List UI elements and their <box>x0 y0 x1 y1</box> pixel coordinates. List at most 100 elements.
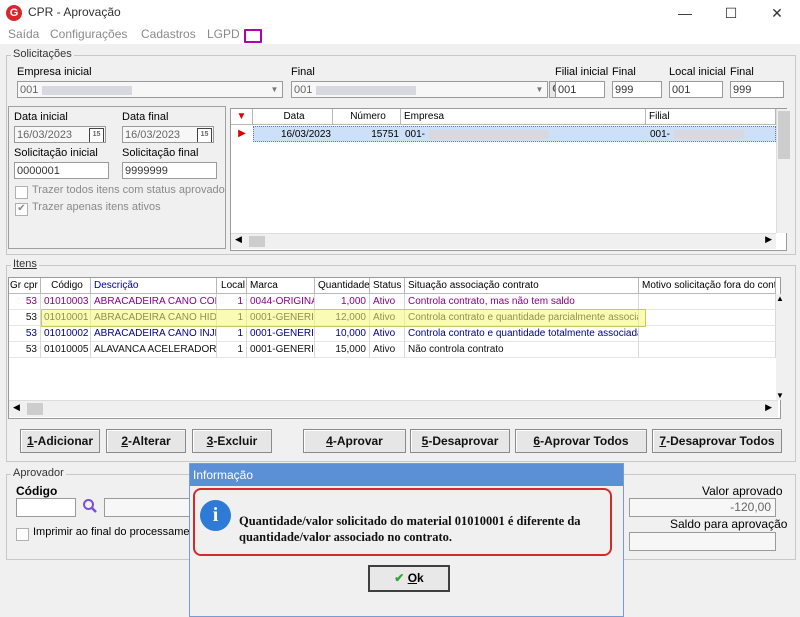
cell-quantidade: 15,000 <box>315 342 370 358</box>
cell-motivo <box>639 326 776 342</box>
saldo-field <box>629 532 776 551</box>
col-descricao[interactable]: Descrição <box>91 278 217 294</box>
imprimir-label: Imprimir ao final do processament <box>33 526 199 538</box>
calendar-icon[interactable]: 15 <box>89 128 104 142</box>
desaprovar-button[interactable]: 5-Desaprovar <box>410 429 510 453</box>
monitor-icon[interactable] <box>244 29 262 43</box>
codigo-label: Código <box>16 484 58 498</box>
menu-configuracoes[interactable]: Configurações <box>50 27 127 41</box>
data-inicial-input[interactable]: 16/03/2023 15 <box>14 126 106 143</box>
cell-status: Ativo <box>370 342 405 358</box>
app-logo-icon: G <box>6 5 22 21</box>
local-inicial-label: Local inicial <box>669 66 726 78</box>
data-final-label: Data final <box>122 111 169 123</box>
chevron-down-icon[interactable]: ▼ <box>267 82 282 97</box>
excluir-button[interactable]: 3-Excluir <box>192 429 272 453</box>
solicitacao-final-label: Solicitação final <box>122 147 199 159</box>
cell-codigo: 01010003 <box>41 294 91 310</box>
imprimir-checkbox[interactable] <box>16 528 29 541</box>
col-situacao[interactable]: Situação associação contrato <box>405 278 639 294</box>
aprovar-todos-button[interactable]: 6-Aprovar Todos <box>515 429 647 453</box>
cell-descricao: ALAVANCA ACELERADOR <box>91 342 217 358</box>
horizontal-scrollbar[interactable]: ◀ ▶ <box>231 233 776 249</box>
close-button[interactable]: ✕ <box>754 0 800 26</box>
vertical-scrollbar[interactable] <box>776 109 791 233</box>
cell-gr: 53 <box>9 294 41 310</box>
col-numero[interactable]: Número <box>333 109 401 125</box>
vertical-scrollbar[interactable]: ▲ ▼ <box>776 294 788 400</box>
cell-marca: 0001-GENERIC <box>247 342 315 358</box>
chevron-down-icon[interactable]: ▼ <box>532 82 547 97</box>
desaprovar-todos-button[interactable]: 7-Desaprovar Todos <box>652 429 782 453</box>
filial-inicial-input[interactable]: 001 <box>555 81 605 98</box>
filial-final-input[interactable]: 999 <box>612 81 662 98</box>
maximize-button[interactable]: ☐ <box>708 0 754 26</box>
trazer-aprovados-label: Trazer todos itens com status aprovado <box>32 184 225 196</box>
cell-status: Ativo <box>370 310 405 326</box>
local-inicial-input[interactable]: 001 <box>669 81 723 98</box>
solicitacao-final-input[interactable]: 9999999 <box>122 162 217 179</box>
message-highlight <box>193 488 612 556</box>
cell-local: 1 <box>217 342 247 358</box>
ok-button[interactable]: ✔ Ok <box>368 565 450 592</box>
calendar-icon[interactable]: 15 <box>197 128 212 142</box>
sort-arrow-icon[interactable]: ▼ <box>231 109 253 125</box>
cell-motivo <box>639 342 776 358</box>
cell-quantidade: 1,000 <box>315 294 370 310</box>
cell-descricao: ABRACADEIRA CANO CON <box>91 294 217 310</box>
table-row[interactable]: 16/03/2023 15751 001- 001- <box>253 126 776 142</box>
saldo-label: Saldo para aprovação <box>670 517 788 531</box>
empresa-final-combo[interactable]: 001 ▼ <box>291 81 548 98</box>
menu-saida[interactable]: Saída <box>8 27 39 41</box>
cell-filial: 001- <box>647 127 777 143</box>
check-icon: ✔ <box>394 571 405 585</box>
cell-local: 1 <box>217 326 247 342</box>
search-icon[interactable] <box>82 498 98 514</box>
table-row[interactable]: 53 01010001 ABRACADEIRA CANO HIDF 1 0001… <box>9 310 776 326</box>
alterar-button[interactable]: 2-Alterar <box>106 429 186 453</box>
col-empresa[interactable]: Empresa <box>401 109 646 125</box>
col-quantidade[interactable]: Quantidade <box>315 278 370 294</box>
solicitacoes-grid: ▼ Data Número Empresa Filial ▶ 16/03/202… <box>230 108 791 251</box>
itens-legend: Itens <box>11 258 39 270</box>
cell-local: 1 <box>217 294 247 310</box>
row-pointer-icon: ▶ <box>238 128 246 139</box>
valor-aprovado-field: -120,00 <box>629 498 776 517</box>
horizontal-scrollbar[interactable]: ◀ ▶ <box>9 400 778 417</box>
col-gr-cpr[interactable]: Gr cpr <box>9 278 41 294</box>
empresa-inicial-combo[interactable]: 001 ▼ <box>17 81 283 98</box>
trazer-ativos-checkbox[interactable]: ✔ <box>15 203 28 216</box>
table-row[interactable]: 53 01010005 ALAVANCA ACELERADOR 1 0001-G… <box>9 342 776 358</box>
menu-cadastros[interactable]: Cadastros <box>141 27 196 41</box>
cell-descricao: ABRACADEIRA CANO INJE <box>91 326 217 342</box>
trazer-aprovados-checkbox[interactable] <box>15 186 28 199</box>
data-final-input[interactable]: 16/03/2023 15 <box>122 126 214 143</box>
col-status[interactable]: Status <box>370 278 405 294</box>
table-row[interactable]: 53 01010003 ABRACADEIRA CANO CON 1 0044-… <box>9 294 776 310</box>
table-row[interactable]: 53 01010002 ABRACADEIRA CANO INJE 1 0001… <box>9 326 776 342</box>
empresa-inicial-value: 001 <box>20 84 39 96</box>
codigo-input[interactable] <box>16 498 76 517</box>
col-local[interactable]: Local <box>217 278 247 294</box>
col-motivo[interactable]: Motivo solicitação fora do cont <box>639 278 776 294</box>
local-final-input[interactable]: 999 <box>730 81 784 98</box>
aprovar-button[interactable]: 4-Aprovar <box>303 429 406 453</box>
cell-situacao: Controla contrato, mas não tem saldo <box>405 294 639 310</box>
window-title: CPR - Aprovação <box>28 5 121 19</box>
col-data[interactable]: Data <box>253 109 333 125</box>
filial-inicial-label: Filial inicial <box>555 66 609 78</box>
data-inicial-value: 16/03/2023 <box>17 129 73 141</box>
cell-gr: 53 <box>9 342 41 358</box>
adicionar-button[interactable]: 1-Adicionar <box>20 429 100 453</box>
trazer-ativos-label: Trazer apenas itens ativos <box>32 201 161 213</box>
col-marca[interactable]: Marca <box>247 278 315 294</box>
menu-lgpd[interactable]: LGPD <box>207 27 240 41</box>
menu-bar: Saída Configurações Cadastros LGPD <box>0 26 800 44</box>
col-codigo[interactable]: Código <box>41 278 91 294</box>
itens-grid: Gr cpr Código Descrição Local Marca Quan… <box>8 277 788 419</box>
cell-codigo: 01010001 <box>41 310 91 326</box>
solicitacao-inicial-input[interactable]: 0000001 <box>14 162 109 179</box>
col-filial[interactable]: Filial <box>646 109 776 125</box>
minimize-button[interactable]: — <box>662 0 708 26</box>
data-inicial-label: Data inicial <box>14 111 68 123</box>
